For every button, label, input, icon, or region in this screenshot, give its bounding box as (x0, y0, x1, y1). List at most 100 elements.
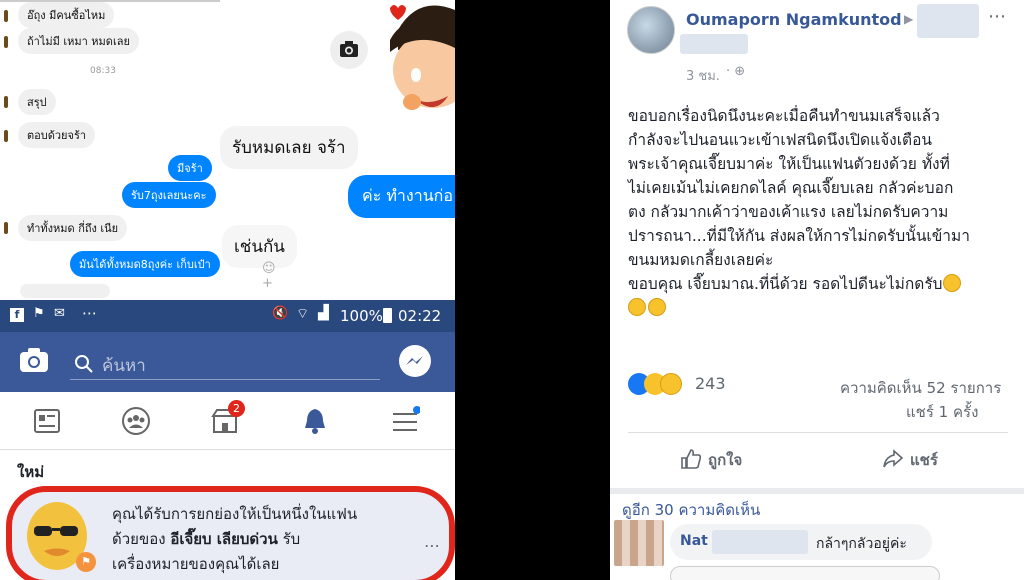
chevron-right-icon: ▶ (904, 12, 914, 26)
wifi-icon: ⌔ (296, 306, 310, 322)
author-avatar[interactable] (627, 6, 675, 54)
globe-icon: · ⊕ (726, 64, 746, 79)
cartoon-sticker (390, 5, 455, 110)
share-button[interactable]: แชร์ (882, 446, 972, 472)
camera-button[interactable] (330, 31, 368, 69)
message-bubble: ทำทั้งหมด กี่ถึง เนีย (18, 215, 128, 241)
notification-text-part: ด้วยของ (112, 530, 166, 548)
share-count[interactable]: แชร์ 1 ครั้ง (906, 400, 978, 424)
attached-image-preview[interactable] (670, 566, 940, 580)
comment-count[interactable]: ความคิดเห็น 52 รายการ (840, 376, 1001, 400)
message-bubble-own: มันได้ทั้งหมด8ถุงค่ะ เก็บเป๋า (70, 251, 220, 277)
large-message: รับหมดเลย จร้า (220, 126, 358, 169)
message-bubble: ตอบด้วยจร้า (18, 122, 96, 148)
messenger-button[interactable] (399, 345, 431, 377)
camera-icon (340, 41, 358, 57)
message-bubble-own: รับ7ถุงเลยนะคะ (122, 182, 216, 208)
commenter-name[interactable]: Nat (680, 533, 708, 549)
post-line: ปรารถนา...ที่มีให้กัน ส่งผลให้การไม่กดรั… (628, 227, 970, 245)
comment-text: กล้าๆกลัวอยู่ค่ะ (816, 536, 907, 552)
message-bubble: สรุป (18, 89, 56, 115)
commenter-avatar[interactable] (614, 520, 664, 566)
like-label: ถูกใจ (708, 451, 743, 469)
tab-news-feed[interactable] (32, 406, 62, 436)
share-icon (883, 449, 904, 468)
share-label: แชร์ (910, 451, 938, 469)
avatar-marker (4, 96, 8, 108)
notification-text-part: รับ (282, 530, 301, 548)
post-line: ตง กลัวมากเค้าว่าของเค้าแรง เลยไม่กดรับค… (628, 203, 949, 221)
tab-marketplace[interactable]: 2 (210, 400, 245, 436)
notification-line-1: คุณได้รับการยกย่องให้เป็นหนึ่งในแฟน (112, 505, 358, 523)
post-line-text: ขอบคุณ เจี๊ยบมาณ.ที่นี่ด้วย รอดไปดีนะไม่… (628, 275, 943, 293)
more-options-icon[interactable]: ⋯ (988, 6, 1006, 27)
notification-line-3: เครื่องหมายของคุณได้เลย (112, 555, 280, 573)
redacted-name (680, 34, 748, 54)
author-name[interactable]: Oumaporn Ngamkuntod (686, 10, 902, 29)
facebook-post: Oumaporn Ngamkuntod ▶ ⋯ 3 ชม. · ⊕ ขอบอกเ… (610, 0, 1024, 580)
wow-reaction-icon (660, 373, 682, 395)
groups-icon (122, 407, 150, 435)
mute-icon: 🔇 (272, 306, 289, 321)
grinning-sweat-emoji-icon (942, 274, 961, 292)
view-more-comments-link[interactable]: ดูอีก 30 ความคิดเห็น (622, 498, 760, 522)
clock: 02:22 (398, 307, 442, 325)
battery-icon (383, 308, 392, 323)
post-time[interactable]: 3 ชม. (686, 65, 720, 86)
like-button[interactable]: ถูกใจ (680, 446, 770, 472)
grinning-emoji-icon (628, 298, 646, 316)
post-line: กำลังจะไปนอนแวะเข้าเฟสนิดนึงเปิดแจ้งเตือ… (628, 131, 932, 149)
notification-text: คุณได้รับการยกย่องให้เป็นหนึ่งในแฟน ด้วย… (112, 502, 357, 577)
facebook-notification-icon: f (10, 308, 24, 322)
message-bubble-own: มีจร้า (168, 155, 212, 181)
tab-groups[interactable] (121, 406, 151, 436)
flag-icon: ⚑ (33, 306, 45, 321)
comment-bubble: Nat กล้าๆกลัวอยู่ค่ะ (670, 524, 932, 560)
search-icon (75, 355, 93, 373)
screenshot-collage: อ๊ถุง มีคนซื้อไหม ถ้าไม่มี เหมา หมดเลย 0… (0, 0, 1024, 580)
grinning-emoji-icon (648, 298, 666, 316)
camera-button[interactable] (18, 346, 50, 374)
post-line: ขอบอกเรื่องนิดนึงนะคะเมื่อคืนทำขนมเสร็จแ… (628, 107, 940, 125)
thumbs-up-icon (681, 449, 702, 469)
reaction-count[interactable]: 243 (695, 374, 726, 393)
emoji-line (628, 296, 1018, 320)
page-name-link[interactable]: อีเจี๊ยบ เลียบด่วน (170, 530, 278, 548)
facebook-header: ค้นหา (0, 332, 455, 392)
more-options-icon[interactable]: ⋯ (424, 536, 440, 555)
avatar-marker (4, 36, 8, 48)
partial-bubble (20, 284, 110, 298)
add-reaction-icon[interactable]: ☺+ (262, 261, 284, 291)
post-line: ไม่เคยเม้นไม่เคยกดไลค์ คุณเจี๊ยบเลย กลัว… (628, 179, 954, 197)
messenger-icon (406, 356, 423, 365)
section-heading: ใหม่ (17, 463, 45, 481)
redacted-name (712, 530, 808, 554)
facebook-app: f ⚑ ✉ ⋯ 🔇 ⌔ ▟ 100% 02:22 ค้นหา 2 ใหม่ ⚑ … (0, 300, 455, 580)
battery-level: 100% (340, 307, 383, 325)
large-message: เช่นกัน (222, 225, 297, 268)
menu-icon (393, 406, 421, 431)
search-input[interactable]: ค้นหา (70, 346, 380, 380)
mail-icon: ✉ (54, 306, 65, 321)
tab-menu[interactable] (390, 406, 421, 436)
avatar-marker (4, 222, 8, 234)
message-bubble: อ๊ถุง มีคนซื้อไหม (18, 2, 115, 28)
large-message-own: ค่ะ ทำงานก่อ (348, 175, 455, 218)
divider (628, 432, 1008, 433)
message-bubble: ถ้าไม่มี เหมา หมดเลย (18, 28, 139, 54)
post-line-with-emoji: ขอบคุณ เจี๊ยบมาณ.ที่นี่ด้วย รอดไปดีนะไม่… (628, 272, 1018, 296)
bell-icon (305, 409, 325, 434)
post-body: ขอบอกเรื่องนิดนึงนะคะเมื่อคืนทำขนมเสร็จแ… (628, 104, 1018, 320)
news-feed-icon (34, 409, 60, 433)
redacted-name (917, 4, 979, 38)
flag-badge-icon: ⚑ (76, 552, 96, 572)
chat-timestamp: 08:33 (90, 66, 116, 76)
marketplace-badge: 2 (228, 400, 245, 417)
avatar-marker (4, 10, 8, 22)
notification-item[interactable]: ⚑ คุณได้รับการยกย่องให้เป็นหนึ่งในแฟน ด้… (6, 486, 455, 580)
tab-notifications[interactable] (300, 406, 330, 436)
messenger-chat: อ๊ถุง มีคนซื้อไหม ถ้าไม่มี เหมา หมดเลย 0… (0, 0, 455, 300)
notification-line-2: ด้วยของ อีเจี๊ยบ เลียบด่วน รับ (112, 527, 357, 552)
post-line: ขนมหมดเกลี้ยงเลยค่ะ (628, 251, 774, 269)
search-placeholder: ค้นหา (102, 356, 146, 376)
